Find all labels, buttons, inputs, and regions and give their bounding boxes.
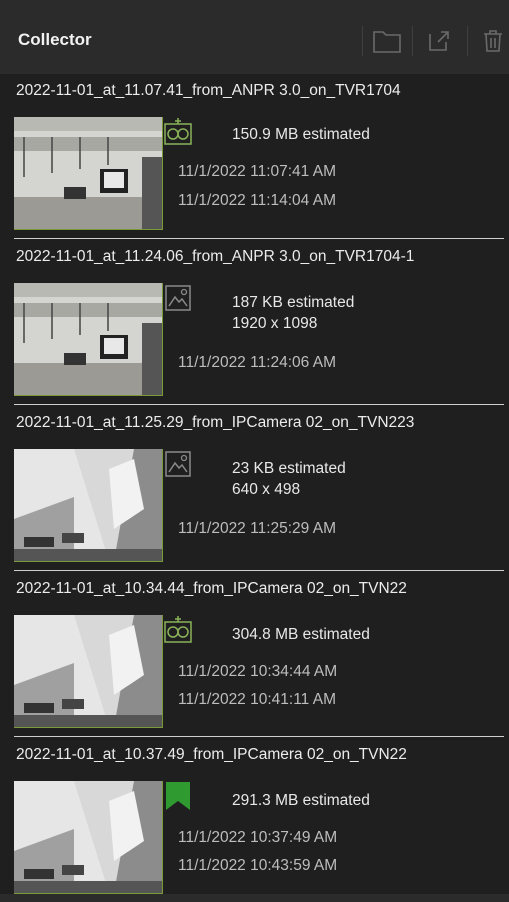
item-thumbnail[interactable] xyxy=(14,781,163,894)
item-title: 2022-11-01_at_11.24.06_from_ANPR 3.0_on_… xyxy=(16,248,415,265)
item-start-time: 11/1/2022 10:37:49 AM xyxy=(178,829,338,846)
item-size: 304.8 MB estimated xyxy=(232,626,370,643)
item-thumbnail[interactable] xyxy=(14,283,163,396)
image-icon xyxy=(165,285,191,311)
item-start-time: 11/1/2022 10:34:44 AM xyxy=(178,663,338,680)
item-thumbnail[interactable] xyxy=(14,615,163,728)
recording-icon xyxy=(164,616,192,643)
item-divider xyxy=(14,238,504,239)
collector-item[interactable]: 2022-11-01_at_11.07.41_from_ANPR 3.0_on_… xyxy=(0,74,509,239)
recording-icon xyxy=(164,118,192,145)
header-separator xyxy=(412,26,413,56)
item-size: 187 KB estimated xyxy=(232,294,355,311)
item-thumbnail[interactable] xyxy=(14,449,163,562)
item-end-time: 11/1/2022 10:41:11 AM xyxy=(178,691,336,708)
collector-item[interactable]: 2022-11-01_at_11.24.06_from_ANPR 3.0_on_… xyxy=(0,240,509,405)
item-size: 291.3 MB estimated xyxy=(232,792,370,809)
trash-icon xyxy=(484,30,502,52)
item-divider xyxy=(14,736,504,737)
export-button[interactable] xyxy=(422,24,456,58)
item-end-time: 11/1/2022 10:43:59 AM xyxy=(178,857,338,874)
collector-item[interactable]: 2022-11-01_at_10.37.49_from_IPCamera 02_… xyxy=(0,738,509,902)
folder-icon xyxy=(373,31,401,53)
item-start-time: 11/1/2022 11:24:06 AM xyxy=(178,354,336,371)
delete-button[interactable] xyxy=(476,24,509,58)
collector-item[interactable]: 2022-11-01_at_10.34.44_from_IPCamera 02_… xyxy=(0,572,509,737)
item-start-time: 11/1/2022 11:07:41 AM xyxy=(178,163,336,180)
header-separator xyxy=(467,26,468,56)
folder-button[interactable] xyxy=(370,24,404,58)
item-size: 150.9 MB estimated xyxy=(232,126,370,143)
item-end-time: 11/1/2022 11:14:04 AM xyxy=(178,192,336,209)
item-divider xyxy=(14,404,504,405)
item-title: 2022-11-01_at_11.07.41_from_ANPR 3.0_on_… xyxy=(16,82,401,99)
item-thumbnail[interactable] xyxy=(14,117,163,230)
item-resolution: 1920 x 1098 xyxy=(232,315,318,332)
bookmark-icon xyxy=(166,782,190,810)
item-title: 2022-11-01_at_11.25.29_from_IPCamera 02_… xyxy=(16,414,415,431)
item-start-time: 11/1/2022 11:25:29 AM xyxy=(178,520,336,537)
collector-item[interactable]: 2022-11-01_at_11.25.29_from_IPCamera 02_… xyxy=(0,406,509,571)
collector-list: 2022-11-01_at_11.07.41_from_ANPR 3.0_on_… xyxy=(0,74,509,894)
image-icon xyxy=(165,451,191,477)
item-resolution: 640 x 498 xyxy=(232,481,301,498)
item-title: 2022-11-01_at_10.37.49_from_IPCamera 02_… xyxy=(16,746,407,763)
item-size: 23 KB estimated xyxy=(232,460,346,477)
item-title: 2022-11-01_at_10.34.44_from_IPCamera 02_… xyxy=(16,580,407,597)
header-separator xyxy=(362,26,363,56)
export-icon xyxy=(429,31,449,51)
panel-title: Collector xyxy=(18,30,92,49)
collector-header: Collector xyxy=(0,0,509,74)
item-divider xyxy=(14,570,504,571)
